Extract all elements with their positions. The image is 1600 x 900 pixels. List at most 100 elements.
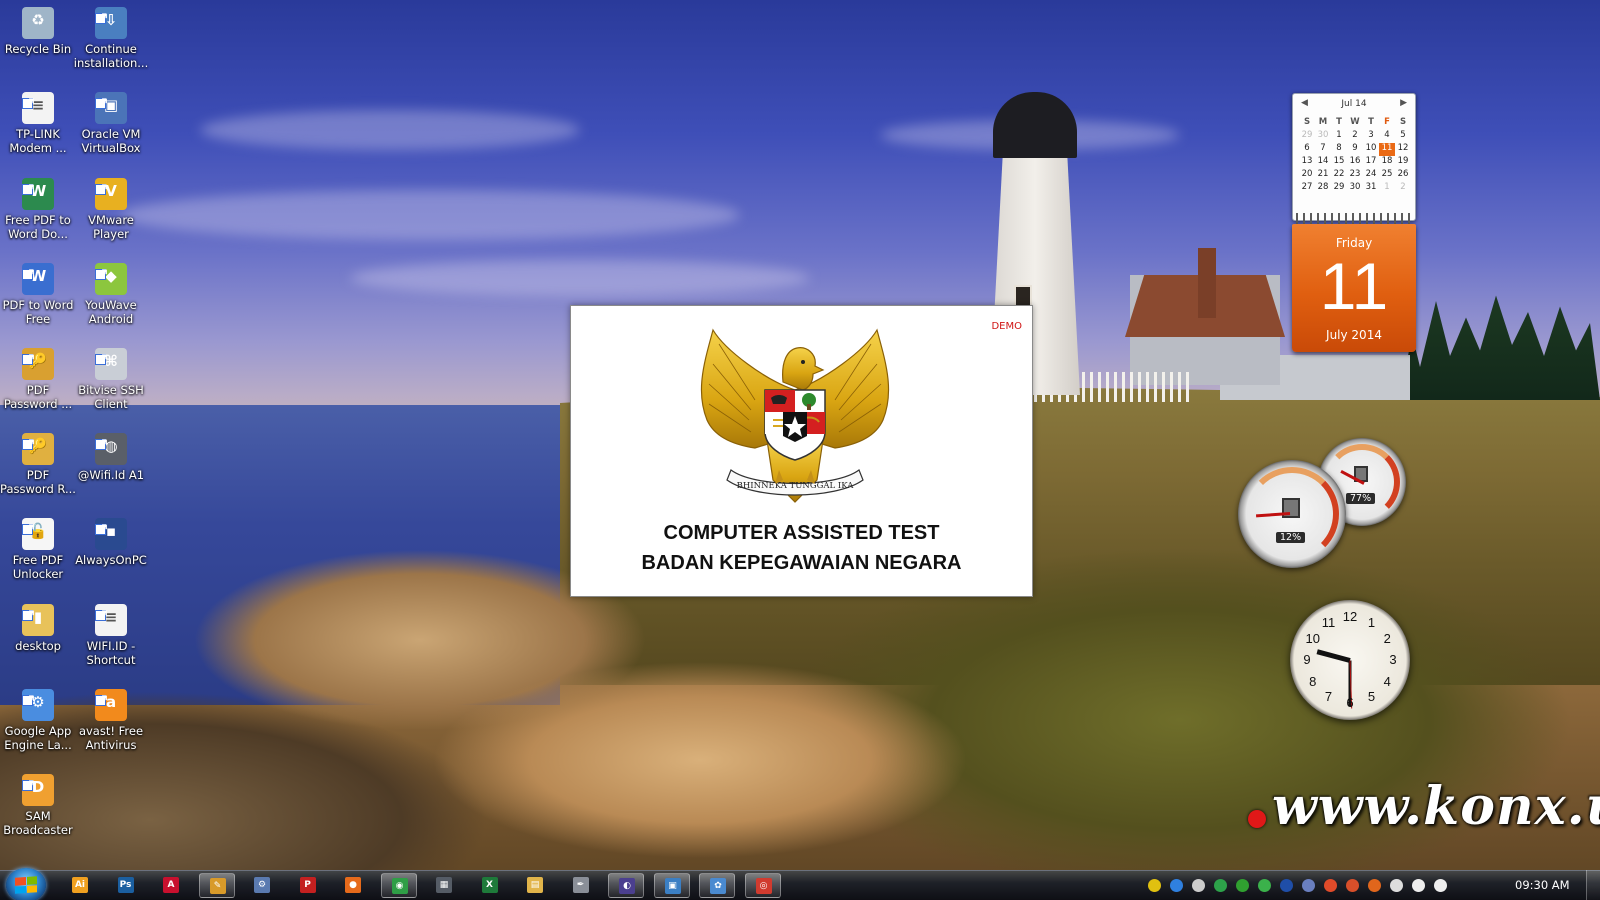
watermark-dot-icon [1248, 810, 1266, 828]
drive-icon[interactable] [1236, 879, 1249, 892]
show-desktop-button[interactable] [1586, 870, 1600, 900]
status-icon[interactable] [1258, 879, 1271, 892]
illustrator-icon: Ai [72, 877, 88, 893]
calendar-gadget[interactable]: ◀ Jul 14 ▶ S M T W T F S 29 30 1 2 3 4 5 6 7 8 9 10 11 12 13 1… [1292, 93, 1416, 353]
calendar-day[interactable]: 28 [1315, 182, 1331, 195]
bluetooth-icon[interactable] [1280, 879, 1293, 892]
desktop-icon[interactable]: ⚙ ↗ Google App Engine La... [0, 689, 76, 752]
desktop-icon[interactable]: W ↗ Free PDF to Word Do... [0, 178, 76, 241]
calendar-day[interactable]: 5 [1395, 130, 1411, 143]
desktop-icon-label: WIFI.ID - Shortcut [86, 639, 136, 667]
calendar-day[interactable]: 14 [1315, 156, 1331, 169]
taskbar-button[interactable]: ▤ [517, 873, 553, 898]
desktop-icon[interactable]: V ↗ VMware Player [73, 178, 149, 241]
desktop-icon[interactable]: ◍ ↗ @Wifi.Id A1 [73, 433, 149, 482]
taskbar-button[interactable]: P [290, 873, 326, 898]
taskbar-button[interactable]: ◐ [608, 873, 644, 898]
desktop-icon[interactable]: 🔓 ↗ Free PDF Unlocker [0, 518, 76, 581]
desktop-icon[interactable]: ≡ ↗ WIFI.ID - Shortcut [73, 604, 149, 667]
sync-icon[interactable] [1192, 879, 1205, 892]
calendar-day[interactable]: 6 [1299, 143, 1315, 156]
taskbar-button[interactable]: X [472, 873, 508, 898]
calendar-weekday: F [1384, 117, 1390, 127]
calendar-day[interactable]: 24 [1363, 169, 1379, 182]
calendar-day[interactable]: 18 [1379, 156, 1395, 169]
calendar-day[interactable]: 13 [1299, 156, 1315, 169]
calendar-day[interactable]: 11 [1379, 143, 1395, 156]
calendar-day[interactable]: 23 [1347, 169, 1363, 182]
clock-gadget[interactable]: 12 1 2 3 4 5 6 7 8 9 10 11 [1290, 600, 1410, 720]
calendar-day[interactable]: 2 [1395, 182, 1411, 195]
volume-icon[interactable] [1412, 879, 1425, 892]
security-shield-icon[interactable] [1170, 879, 1183, 892]
taskbar-button[interactable]: ◉ [380, 873, 417, 898]
desktop-icon[interactable]: W ↗ PDF to Word Free [0, 263, 76, 326]
calendar-day[interactable]: 9 [1347, 143, 1363, 156]
calendar-day[interactable]: 31 [1363, 182, 1379, 195]
desktop-icon[interactable]: ▣ ↗ Oracle VM VirtualBox [73, 92, 149, 155]
calendar-day[interactable]: 10 [1363, 143, 1379, 156]
taskbar-button[interactable]: ✎ [198, 873, 235, 898]
shortcut-arrow-icon: ↗ [95, 180, 109, 198]
calendar-day[interactable]: 17 [1363, 156, 1379, 169]
desktop-icon-label: Bitvise SSH Client [78, 383, 144, 411]
desktop-icon[interactable]: 🔑 ↗ PDF Password R... [0, 433, 76, 496]
calendar-day[interactable]: 2 [1347, 130, 1363, 143]
calendar-day[interactable]: 29 [1299, 130, 1315, 143]
calendar-day[interactable]: 30 [1315, 130, 1331, 143]
next-month-icon[interactable]: ▶ [1400, 98, 1407, 108]
taskbar-button[interactable]: ✿ [699, 873, 735, 898]
desktop-icon[interactable]: ♻ Recycle Bin [0, 7, 76, 56]
desktop-icon[interactable]: ⌘ ↗ Bitvise SSH Client [73, 348, 149, 411]
calendar-day[interactable]: 8 [1331, 143, 1347, 156]
calendar-day[interactable]: 7 [1315, 143, 1331, 156]
calendar-day[interactable]: 1 [1379, 182, 1395, 195]
clock-tray-icon[interactable] [1390, 879, 1403, 892]
taskbar-button[interactable]: ✒ [563, 873, 599, 898]
calendar-day[interactable]: 30 [1347, 182, 1363, 195]
taskbar-button[interactable]: ● [335, 873, 371, 898]
calendar-day[interactable]: 3 [1363, 130, 1379, 143]
action-center-icon[interactable] [1434, 879, 1447, 892]
desktop-icon[interactable]: ⇩ ↗ Continue installation... [73, 7, 149, 70]
calendar-day[interactable]: 26 [1395, 169, 1411, 182]
desktop-icon-label: desktop [15, 639, 61, 653]
avast-tray-icon[interactable] [1368, 879, 1381, 892]
desktop-icon[interactable]: D ↗ SAM Broadcaster [0, 774, 76, 837]
taskbar-button[interactable]: ▣ [653, 873, 690, 898]
taskbar-button[interactable]: ▦ [426, 873, 462, 898]
calendar-day[interactable]: 27 [1299, 182, 1315, 195]
network-icon[interactable] [1324, 879, 1337, 892]
calendar-day[interactable]: 22 [1331, 169, 1347, 182]
desktop-icon[interactable]: ▮ ↗ desktop [0, 604, 76, 653]
calendar-day[interactable]: 1 [1331, 130, 1347, 143]
update-icon[interactable] [1302, 879, 1315, 892]
calendar-day[interactable]: 19 [1395, 156, 1411, 169]
calendar-day[interactable]: 16 [1347, 156, 1363, 169]
cpu-meter[interactable]: 12% [1238, 460, 1346, 568]
desktop-icon[interactable]: a ↗ avast! Free Antivirus [73, 689, 149, 752]
cat-splash-window[interactable]: DEMO BHINNEKA TUNGGAL IKA COMPUTER ASSIS… [570, 305, 1033, 597]
calendar-day-view[interactable]: Friday 11 July 2014 [1292, 224, 1416, 352]
flag-icon[interactable] [1346, 879, 1359, 892]
calendar-day[interactable]: 4 [1379, 130, 1395, 143]
calendar-day[interactable]: 15 [1331, 156, 1347, 169]
clock-hour-number: 1 [1367, 614, 1376, 630]
desktop-icon[interactable]: 🔑 ↗ PDF Password ... [0, 348, 76, 411]
taskbar-button[interactable]: Ps [108, 873, 144, 898]
desktop-icon[interactable]: ▪ ↗ AlwaysOnPC [73, 518, 149, 567]
calendar-day[interactable]: 20 [1299, 169, 1315, 182]
desktop-icon[interactable]: ◆ ↗ YouWave Android [73, 263, 149, 326]
desktop-icon[interactable]: ≡ ↗ TP-LINK Modem ... [0, 92, 76, 155]
taskbar-button[interactable]: A [153, 873, 189, 898]
taskbar-button[interactable]: ⚙ [244, 873, 280, 898]
tray-app-icon[interactable] [1148, 879, 1161, 892]
taskbar-button[interactable]: Ai [62, 873, 98, 898]
calendar-day[interactable]: 25 [1379, 169, 1395, 182]
calendar-day[interactable]: 21 [1315, 169, 1331, 182]
calendar-day[interactable]: 29 [1331, 182, 1347, 195]
taskbar-button[interactable]: ◎ [744, 873, 781, 898]
calendar-day[interactable]: 12 [1395, 143, 1411, 156]
tray-clock[interactable]: 09:30 AM [1515, 878, 1570, 892]
network-app-icon[interactable] [1214, 879, 1227, 892]
